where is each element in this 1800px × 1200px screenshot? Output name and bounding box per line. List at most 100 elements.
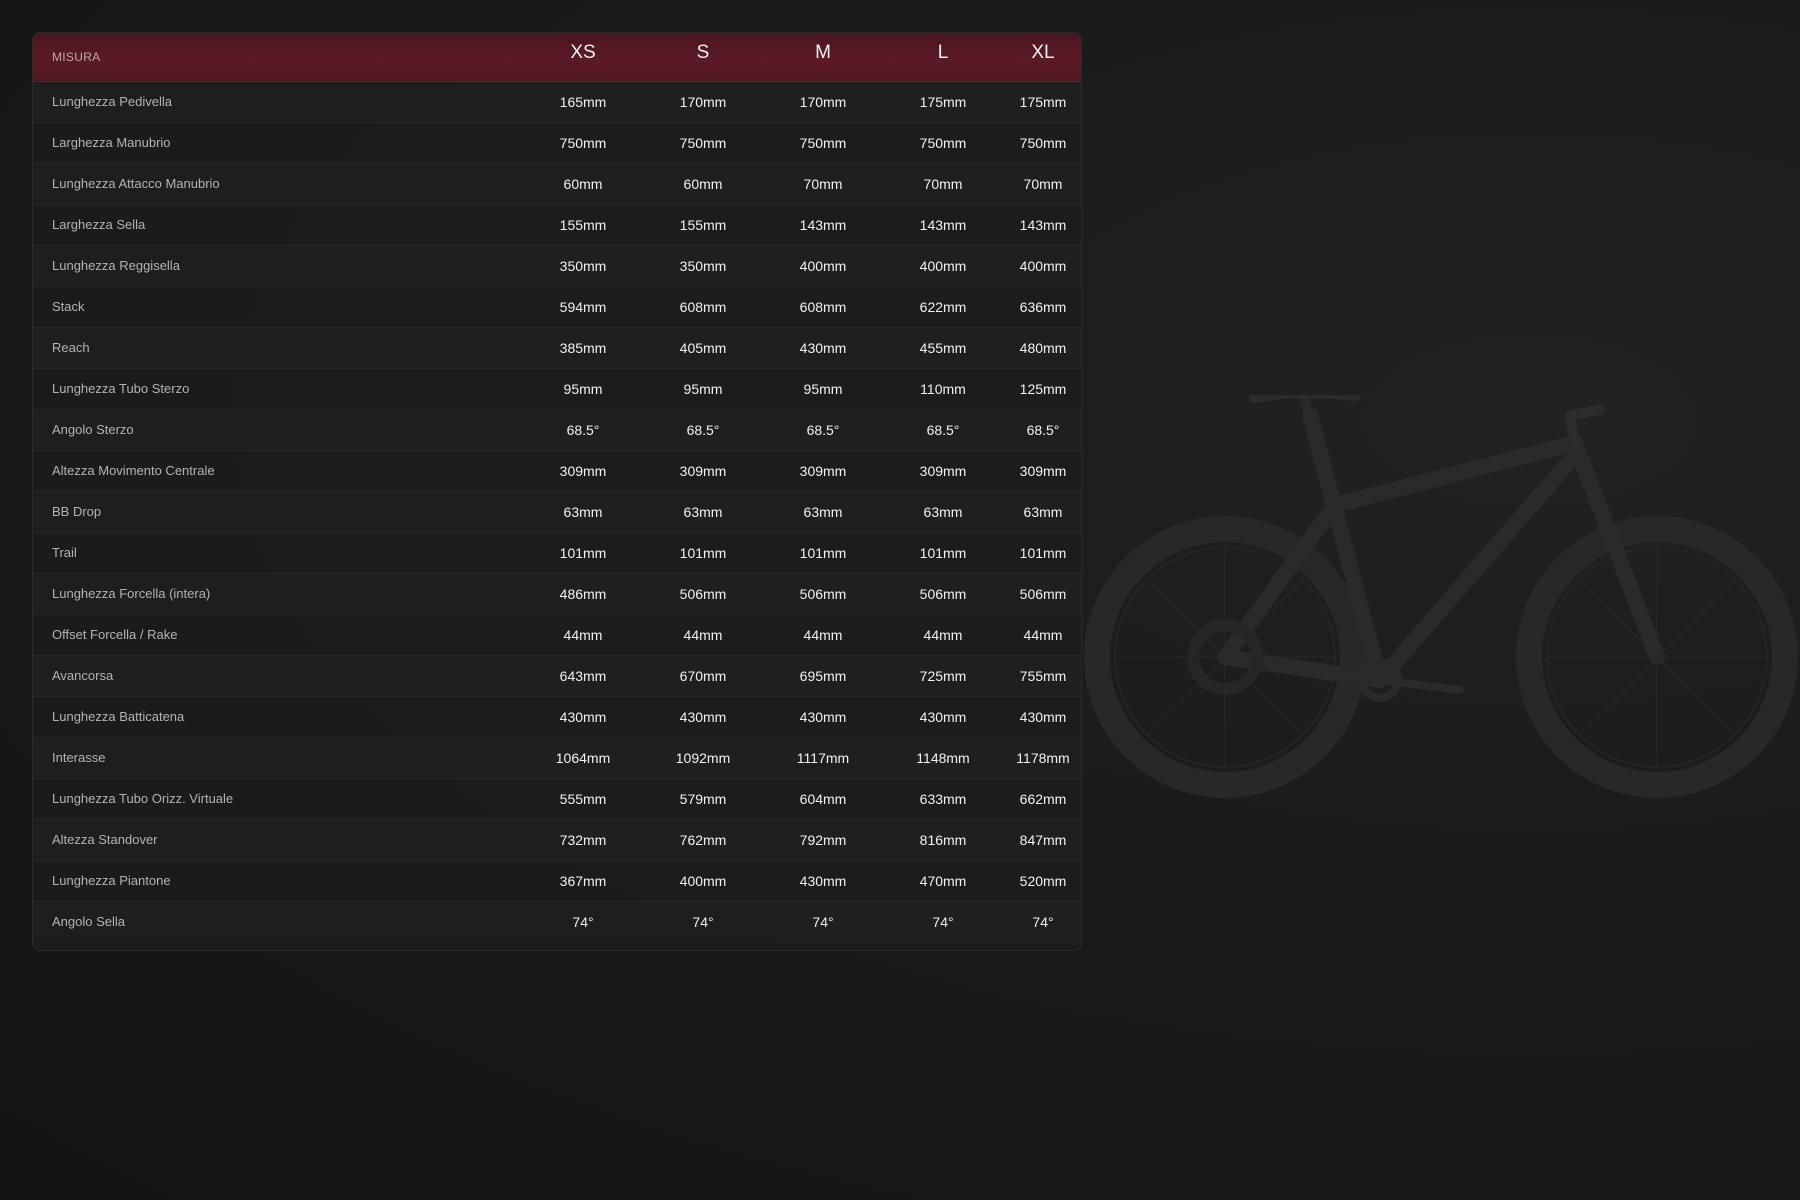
value-cell-xl: 400mm xyxy=(1019,258,1067,274)
row-label: Reach xyxy=(52,340,90,355)
value-cell-xs: 643mm xyxy=(559,668,607,684)
value-cell-s: 670mm xyxy=(679,668,727,684)
value-cell-xl: 70mm xyxy=(1023,176,1063,192)
value-cell-xl: 309mm xyxy=(1019,463,1067,479)
value-cell-s: 68.5° xyxy=(686,422,720,438)
row-label: Larghezza Manubrio xyxy=(52,135,171,150)
value-cell-m: 695mm xyxy=(799,668,847,684)
value-cell-s: 350mm xyxy=(679,258,727,274)
value-cell-m: 95mm xyxy=(803,381,843,397)
table-row: Lunghezza Forcella (intera) 486mm 506mm 506… xyxy=(33,574,1081,615)
value-cell-xl: 1178mm xyxy=(1016,750,1070,766)
bike-silhouette-icon xyxy=(1084,395,1798,798)
size-header-xl: XL xyxy=(1031,42,1055,63)
value-cell-m: 400mm xyxy=(799,258,847,274)
row-label: Lunghezza Attacco Manubrio xyxy=(52,176,220,191)
row-label: Lunghezza Pedivella xyxy=(52,94,172,109)
value-cell-xl: 175mm xyxy=(1019,94,1067,110)
value-cell-l: 68.5° xyxy=(926,422,960,438)
table-row: Lunghezza Tubo Orizz. Virtuale 555mm 579mm… xyxy=(33,779,1081,820)
value-cell-xs: 68.5° xyxy=(566,422,600,438)
value-cell-xs: 63mm xyxy=(563,504,603,520)
value-cell-l: 309mm xyxy=(919,463,967,479)
value-cell-l: 110mm xyxy=(920,381,966,397)
value-cell-l: 633mm xyxy=(919,791,967,807)
table-body: Lunghezza Pedivella 165mm 170mm 170mm 175mm 1… xyxy=(33,82,1081,942)
value-cell-xs: 165mm xyxy=(559,94,607,110)
value-cell-xs: 750mm xyxy=(559,135,607,151)
value-cell-l: 750mm xyxy=(919,135,967,151)
value-cell-m: 604mm xyxy=(799,791,847,807)
value-cell-s: 170mm xyxy=(679,94,727,110)
row-label: Stack xyxy=(52,299,85,314)
value-cell-s: 309mm xyxy=(679,463,727,479)
size-header-xs: XS xyxy=(570,42,596,63)
row-label: Altezza Movimento Centrale xyxy=(52,463,215,478)
value-cell-xl: 143mm xyxy=(1019,217,1067,233)
value-cell-l: 101mm xyxy=(919,545,967,561)
table-row: Altezza Movimento Centrale 309mm 309mm 309m… xyxy=(33,451,1081,492)
row-label: Lunghezza Piantone xyxy=(52,873,171,888)
value-cell-xs: 60mm xyxy=(563,176,603,192)
value-cell-m: 1117mm xyxy=(796,750,850,766)
row-label: Angolo Sterzo xyxy=(52,422,134,437)
value-cell-xs: 732mm xyxy=(559,832,607,848)
table-row: Stack 594mm 608mm 608mm 622mm 636mm xyxy=(33,287,1081,328)
value-cell-xl: 101mm xyxy=(1019,545,1067,561)
value-cell-m: 63mm xyxy=(803,504,843,520)
table-row: Interasse 1064mm 1092mm 1117mm 1148mm 1178mm xyxy=(33,738,1081,779)
value-cell-xl: 506mm xyxy=(1019,586,1067,602)
value-cell-xs: 95mm xyxy=(563,381,603,397)
value-cell-xs: 350mm xyxy=(559,258,607,274)
table-row: Larghezza Sella 155mm 155mm 143mm 143mm 143mm xyxy=(33,205,1081,246)
value-cell-m: 608mm xyxy=(799,299,847,315)
value-cell-xl: 750mm xyxy=(1019,135,1067,151)
table-row: Trail 101mm 101mm 101mm 101mm 101mm xyxy=(33,533,1081,574)
row-label: Avancorsa xyxy=(52,668,114,683)
row-label: Lunghezza Tubo Sterzo xyxy=(52,381,190,396)
row-label: Altezza Standover xyxy=(52,832,158,847)
value-cell-xs: 555mm xyxy=(559,791,607,807)
row-label: Lunghezza Batticatena xyxy=(52,709,185,724)
page: { "header": { "label": "MISURA", "sizes"… xyxy=(0,0,1800,1200)
value-cell-m: 506mm xyxy=(799,586,847,602)
value-cell-xl: 847mm xyxy=(1019,832,1067,848)
value-cell-s: 750mm xyxy=(679,135,727,151)
value-cell-l: 1148mm xyxy=(916,750,970,766)
value-cell-s: 608mm xyxy=(679,299,727,315)
value-cell-xl: 662mm xyxy=(1019,791,1067,807)
row-label: Lunghezza Forcella (intera) xyxy=(52,586,211,601)
row-label: Angolo Sella xyxy=(52,914,125,929)
value-cell-m: 70mm xyxy=(803,176,843,192)
table-row: Lunghezza Pedivella 165mm 170mm 170mm 175mm 1… xyxy=(33,82,1081,123)
value-cell-xl: 430mm xyxy=(1019,709,1067,725)
value-cell-m: 430mm xyxy=(799,340,847,356)
table-row: Altezza Standover 732mm 762mm 792mm 816mm 847… xyxy=(33,820,1081,861)
value-cell-s: 44mm xyxy=(683,627,723,643)
value-cell-m: 44mm xyxy=(803,627,843,643)
table-row: Reach 385mm 405mm 430mm 455mm 480mm xyxy=(33,328,1081,369)
value-cell-m: 430mm xyxy=(799,873,847,889)
value-cell-m: 792mm xyxy=(799,832,847,848)
row-label: Offset Forcella / Rake xyxy=(52,627,178,642)
value-cell-xs: 1064mm xyxy=(555,750,611,766)
table-row: Lunghezza Batticatena 430mm 430mm 430mm 430m… xyxy=(33,697,1081,738)
row-label: BB Drop xyxy=(52,504,102,519)
table-row: Lunghezza Reggisella 350mm 350mm 400mm 400mm… xyxy=(33,246,1081,287)
value-cell-xl: 125mm xyxy=(1019,381,1067,397)
size-column-label: MISURA xyxy=(52,50,101,64)
table-row: Angolo Sella 74° 74° 74° 74° 74° xyxy=(33,902,1081,942)
table-header: MISURA XS S M L XL xyxy=(33,33,1081,82)
value-cell-l: 455mm xyxy=(919,340,967,356)
value-cell-l: 622mm xyxy=(919,299,967,315)
value-cell-xl: 755mm xyxy=(1019,668,1067,684)
value-cell-xl: 520mm xyxy=(1019,873,1067,889)
value-cell-l: 70mm xyxy=(923,176,963,192)
value-cell-xl: 68.5° xyxy=(1026,422,1060,438)
table-row: Lunghezza Attacco Manubrio 60mm 60mm 70mm 70… xyxy=(33,164,1081,205)
value-cell-xl: 74° xyxy=(1032,914,1054,930)
value-cell-s: 762mm xyxy=(679,832,727,848)
table-row: Avancorsa 643mm 670mm 695mm 725mm 755mm xyxy=(33,656,1081,697)
value-cell-l: 44mm xyxy=(923,627,963,643)
value-cell-l: 63mm xyxy=(923,504,963,520)
